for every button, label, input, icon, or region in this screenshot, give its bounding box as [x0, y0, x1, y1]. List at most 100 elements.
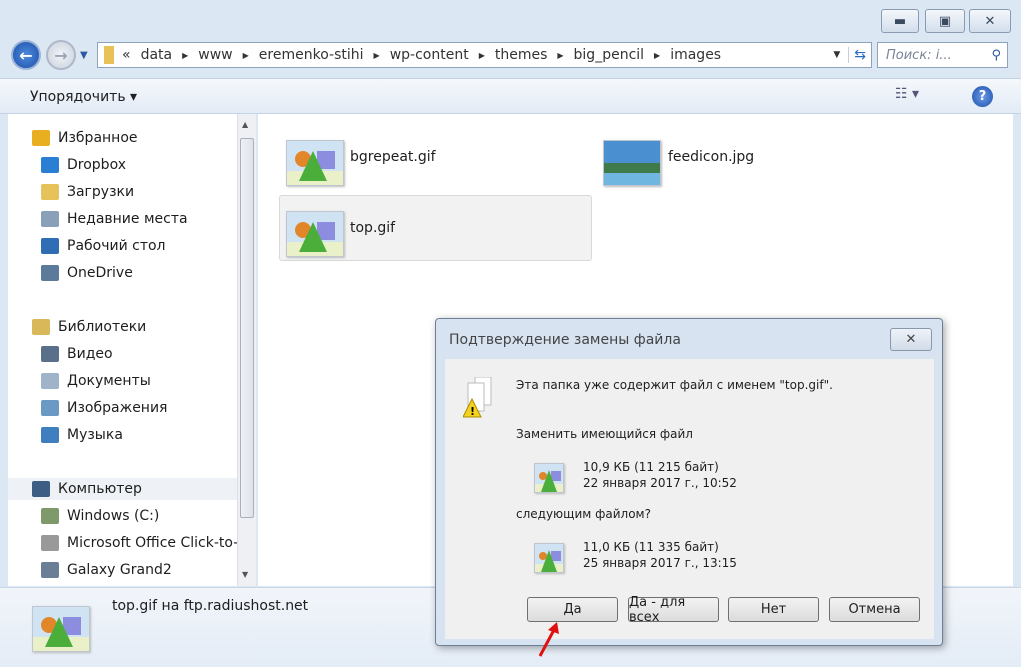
organize-button[interactable]: Упорядочить ▾	[30, 89, 137, 105]
sidebar-item[interactable]: OneDrive	[41, 262, 133, 284]
sidebar-item-label: Документы	[67, 373, 151, 389]
sidebar-item-label: Dropbox	[67, 157, 126, 173]
warning-files-icon: !	[462, 376, 495, 423]
file-name: top.gif	[350, 220, 396, 236]
history-dropdown[interactable]: ▼	[80, 50, 88, 61]
downloads-folder-icon	[41, 184, 59, 200]
back-arrow-icon: ←	[19, 45, 33, 65]
refresh-icon[interactable]: ⇆	[848, 47, 871, 63]
view-options-icon[interactable]: ☷ ▾	[895, 86, 919, 102]
scrollbar-thumb[interactable]	[240, 138, 254, 518]
no-button[interactable]: Нет	[728, 597, 819, 622]
gif-image-icon	[32, 606, 90, 652]
computer-icon	[32, 481, 50, 497]
svg-text:!: !	[470, 405, 475, 418]
file-name: feedicon.jpg	[668, 149, 755, 165]
sidebar-item-label: Загрузки	[67, 184, 135, 200]
cancel-button[interactable]: Отмена	[829, 597, 920, 622]
sidebar-item-label: Недавние места	[67, 211, 188, 227]
sidebar-item-label: Видео	[67, 346, 113, 362]
details-text: top.gif на ftp.radiushost.net	[112, 598, 309, 614]
documents-icon	[41, 373, 59, 389]
phone-icon	[41, 562, 59, 578]
sidebar-item[interactable]: Dropbox	[41, 154, 126, 176]
sidebar-item[interactable]: Изображения	[41, 397, 167, 419]
music-icon	[41, 427, 59, 443]
breadcrumb-0[interactable]: data	[141, 47, 173, 63]
existing-size: 10,9 КБ (11 215 байт)	[583, 460, 719, 474]
sidebar-item-label: Музыка	[67, 427, 123, 443]
maximize-icon: ▣	[938, 13, 952, 29]
sidebar-item[interactable]: Microsoft Office Click-to-	[41, 532, 238, 554]
sidebar-item-label: Рабочий стол	[67, 238, 166, 254]
sidebar-item[interactable]: Компьютер	[8, 478, 237, 500]
sidebar-item[interactable]: Документы	[41, 370, 151, 392]
breadcrumb-2[interactable]: eremenko-stihi	[259, 47, 364, 63]
breadcrumb-overflow[interactable]: «	[122, 47, 131, 63]
new-size: 11,0 КБ (11 335 байт)	[583, 540, 719, 554]
sidebar-item-label: Избранное	[58, 130, 138, 146]
breadcrumb-3[interactable]: wp-content	[390, 47, 469, 63]
gif-image-icon	[534, 543, 564, 573]
dialog-message: Эта папка уже содержит файл с именем "to…	[516, 378, 833, 392]
libraries-icon	[32, 319, 50, 335]
close-button[interactable]: ✕	[969, 9, 1011, 33]
sidebar-item-label: Библиотеки	[58, 319, 147, 335]
yes-to-all-button[interactable]: Да - для всех	[628, 595, 719, 625]
gif-image-icon	[534, 463, 564, 493]
breadcrumb-5[interactable]: big_pencil	[574, 47, 645, 63]
sidebar-item[interactable]: Недавние места	[41, 208, 188, 230]
breadcrumb-separator-icon[interactable]: ▶	[374, 51, 380, 60]
search-input[interactable]: Поиск: i... ⚲	[877, 42, 1008, 68]
sidebar-item[interactable]: Загрузки	[41, 181, 134, 203]
video-icon	[41, 346, 59, 362]
search-icon: ⚲	[991, 47, 1001, 63]
replace-file-dialog: Подтверждение замены файла ✕ ! Эта папка…	[435, 318, 943, 646]
sidebar-item-label: Изображения	[67, 400, 168, 416]
gif-image-icon	[286, 211, 344, 257]
dialog-title: Подтверждение замены файла	[449, 332, 681, 348]
dialog-close-button[interactable]: ✕	[890, 328, 932, 351]
toolbar: Упорядочить ▾ ☷ ▾ ?	[0, 78, 1021, 114]
sidebar-item-label: Microsoft Office Click-to-	[67, 535, 239, 551]
sidebar-item[interactable]: Избранное	[32, 127, 138, 149]
sidebar-item-label: OneDrive	[67, 265, 133, 281]
sidebar-item[interactable]: Galaxy Grand2	[41, 559, 172, 581]
sidebar-item-label: Windows (C:)	[67, 508, 160, 524]
gif-image-icon	[286, 140, 344, 186]
breadcrumb-separator-icon[interactable]: ▶	[243, 51, 249, 60]
sidebar-item-label: Galaxy Grand2	[67, 562, 172, 578]
pictures-icon	[41, 400, 59, 416]
dropbox-icon	[41, 157, 59, 173]
file-item-top-selected[interactable]: top.gif	[279, 195, 592, 261]
breadcrumb-1[interactable]: www	[198, 47, 232, 63]
sidebar-item[interactable]: Музыка	[41, 424, 123, 446]
with-label: следующим файлом?	[516, 507, 651, 521]
close-icon: ✕	[984, 13, 996, 29]
forward-button[interactable]: →	[46, 40, 76, 70]
maximize-button[interactable]: ▣	[925, 9, 965, 33]
breadcrumb-6[interactable]: images	[670, 47, 721, 63]
breadcrumb-separator-icon[interactable]: ▶	[654, 51, 660, 60]
sidebar-item[interactable]: Рабочий стол	[41, 235, 166, 257]
sidebar-item[interactable]: Видео	[41, 343, 113, 365]
sidebar-item[interactable]: Windows (C:)	[41, 505, 159, 527]
breadcrumb-separator-icon[interactable]: ▶	[479, 51, 485, 60]
minimize-button[interactable]: ▬	[881, 9, 919, 33]
breadcrumb-separator-icon[interactable]: ▶	[557, 51, 563, 60]
address-dropdown-icon[interactable]: ▼	[833, 50, 840, 60]
red-arrow-annotation-icon	[538, 622, 559, 657]
desktop-icon	[41, 238, 59, 254]
replace-label: Заменить имеющийся файл	[516, 427, 693, 441]
breadcrumb-4[interactable]: themes	[495, 47, 548, 63]
address-bar[interactable]: « data ▶ www ▶ eremenko-stihi ▶ wp-content ▶…	[97, 42, 872, 68]
jpg-image-icon	[603, 140, 661, 186]
sidebar-scrollbar[interactable]: ▲ ▼	[237, 114, 256, 586]
yes-button[interactable]: Да	[527, 597, 618, 622]
back-button[interactable]: ←	[11, 40, 41, 70]
sidebar-item[interactable]: Библиотеки	[32, 316, 146, 338]
star-icon	[32, 130, 50, 146]
new-date: 25 января 2017 г., 13:15	[583, 556, 737, 570]
breadcrumb-separator-icon[interactable]: ▶	[182, 51, 188, 60]
help-icon[interactable]: ?	[972, 86, 993, 107]
